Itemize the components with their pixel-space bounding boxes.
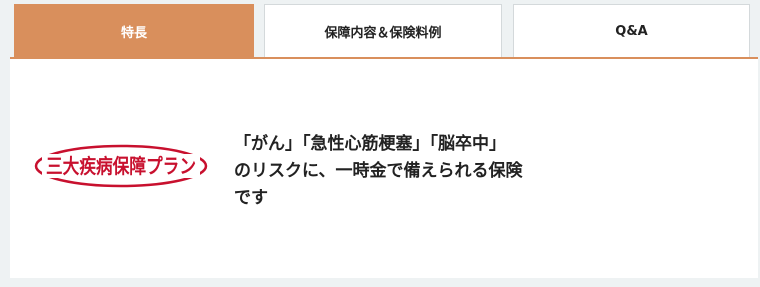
plan-logo: 三大疾病保障プラン xyxy=(34,144,208,188)
features-panel: 三大疾病保障プラン 「がん」「急性心筋梗塞」「脳卒中」 のリスクに、一時金で備え… xyxy=(10,57,758,278)
description-line: 「がん」「急性心筋梗塞」「脳卒中」 xyxy=(234,134,506,154)
tab-coverage-and-premium-examples[interactable]: 保障内容＆保険料例 xyxy=(264,4,502,58)
tab-qa[interactable]: Q&A xyxy=(513,4,750,58)
tab-bar: 特長 保障内容＆保険料例 Q&A xyxy=(0,0,760,58)
tab-features[interactable]: 特長 xyxy=(14,4,254,58)
description-line: のリスクに、一時金で備えられる保険 xyxy=(234,161,523,181)
plan-description: 「がん」「急性心筋梗塞」「脳卒中」 のリスクに、一時金で備えられる保険 です xyxy=(234,131,564,212)
description-line: です xyxy=(234,188,268,208)
plan-logo-text: 三大疾病保障プラン xyxy=(46,154,196,178)
